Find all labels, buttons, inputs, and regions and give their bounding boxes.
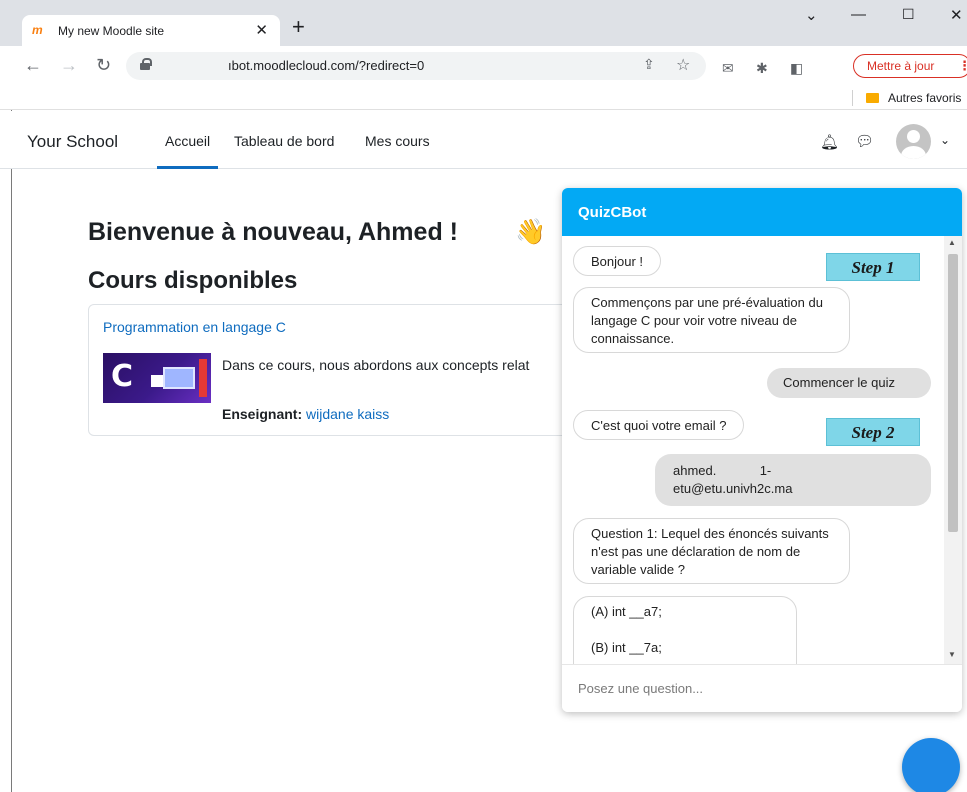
course-card: Programmation en langage C C Dans ce cou… [88,304,588,436]
course-image-letter: C [111,359,134,394]
course-title-link[interactable]: Programmation en langage C [103,319,286,335]
reload-icon[interactable]: ↻ [96,55,111,76]
mail-extension-icon[interactable]: ✉ [722,60,734,77]
chat-message-bot: (A) int __a7; (B) int __7a; [573,596,797,664]
course-image[interactable]: C [103,353,211,403]
step-badge: Step 2 [826,418,920,446]
moodle-navbar: Your School Accueil Tableau de bord Mes … [0,111,967,169]
scroll-up-arrow-icon[interactable]: ▲ [948,238,956,247]
chat-message-user: ahmed. 1- etu@etu.univh2c.ma [655,454,931,506]
chat-message-bot: Bonjour ! [573,246,662,276]
browser-toolbar: ← → ↻ ıbot.moodlecloud.com/?redirect=0 ⇪… [0,46,967,86]
forward-arrow-icon[interactable]: → [60,55,78,76]
moodle-favicon-icon: m [32,23,43,37]
course-image-stripe [199,359,207,397]
course-description: Dans ce cours, nous abordons aux concept… [222,357,530,373]
chatbot-launcher-button[interactable] [902,738,960,792]
other-bookmarks-link[interactable]: Autres favoris [888,91,961,105]
bookmarks-separator [852,90,853,106]
back-arrow-icon[interactable]: ← [24,55,42,76]
chat-question-input[interactable] [562,665,962,712]
page-left-border [11,110,12,792]
messages-bubble-icon[interactable]: 💬︎ [855,132,874,150]
chat-message-user: Commencer le quiz [767,368,931,398]
course-teacher: Enseignant: wijdane kaiss [222,406,389,422]
step-label: Step 2 [851,423,895,442]
nav-home[interactable]: Accueil [156,133,219,169]
chatbot-header: QuizCBot [562,188,962,236]
maximize-icon[interactable]: ☐ [902,6,915,23]
minimize-icon[interactable]: — [851,6,866,23]
chat-message-bot: Question 1: Lequel des énoncés suivants … [573,518,850,584]
bookmarks-bar: Autres favoris [0,86,967,110]
chatbot-title: QuizCBot [578,204,647,221]
chatbot-panel: QuizCBot Bonjour ! Step 1 Commençons par… [562,188,962,712]
window-close-icon[interactable]: ✕ [950,6,963,24]
user-menu-chevron-icon[interactable]: ⌄ [940,133,950,147]
address-bar[interactable]: ıbot.moodlecloud.com/?redirect=0 ⇪ ☆ [126,52,706,80]
chatbot-input-area [562,664,962,712]
chat-message-bot: C'est quoi votre email ? [573,410,745,440]
notifications-bell-icon[interactable]: 🔔︎ [820,133,839,151]
chat-message-bot: Commençons par une pré-évaluation du lan… [573,287,850,353]
step-badge: Step 1 [826,253,920,281]
course-image-screen [163,367,195,389]
user-avatar[interactable] [896,124,931,159]
side-panel-icon[interactable]: ◧ [790,60,803,77]
chat-scrollbar-thumb[interactable] [948,254,958,532]
teacher-label: Enseignant: [222,406,303,422]
step-label: Step 1 [851,258,895,277]
site-brand[interactable]: Your School [27,132,118,152]
bookmark-star-icon[interactable]: ☆ [676,55,690,75]
courses-heading: Cours disponibles [88,267,298,294]
update-button-label: Mettre à jour [867,59,935,73]
menu-dots-icon[interactable]: ⋮ [958,58,967,74]
nav-my-courses[interactable]: Mes cours [365,133,430,149]
extensions-puzzle-icon[interactable]: ✱ [756,60,768,77]
new-tab-icon[interactable]: + [292,16,305,38]
url-text[interactable]: ıbot.moodlecloud.com/?redirect=0 [228,58,424,73]
welcome-heading: Bienvenue à nouveau, Ahmed ! [88,218,458,246]
chatbot-messages[interactable]: Bonjour ! Step 1 Commençons par une pré-… [562,236,962,664]
waving-hand-icon: 👋 [515,218,547,246]
browser-tab[interactable]: m My new Moodle site ✕ [22,15,280,46]
browser-titlebar: m My new Moodle site ✕ + ⌄ — ☐ ✕ [0,0,967,46]
lock-icon[interactable] [140,58,152,70]
tab-title: My new Moodle site [58,24,165,38]
update-button[interactable]: Mettre à jour ⋮ [853,54,967,78]
share-icon[interactable]: ⇪ [643,56,655,73]
scroll-down-arrow-icon[interactable]: ▼ [948,650,956,659]
tab-search-chevron-icon[interactable]: ⌄ [805,6,818,24]
teacher-link[interactable]: wijdane kaiss [306,406,389,422]
nav-dashboard[interactable]: Tableau de bord [234,133,334,149]
tab-close-icon[interactable]: ✕ [255,21,268,39]
folder-icon[interactable] [866,93,879,103]
